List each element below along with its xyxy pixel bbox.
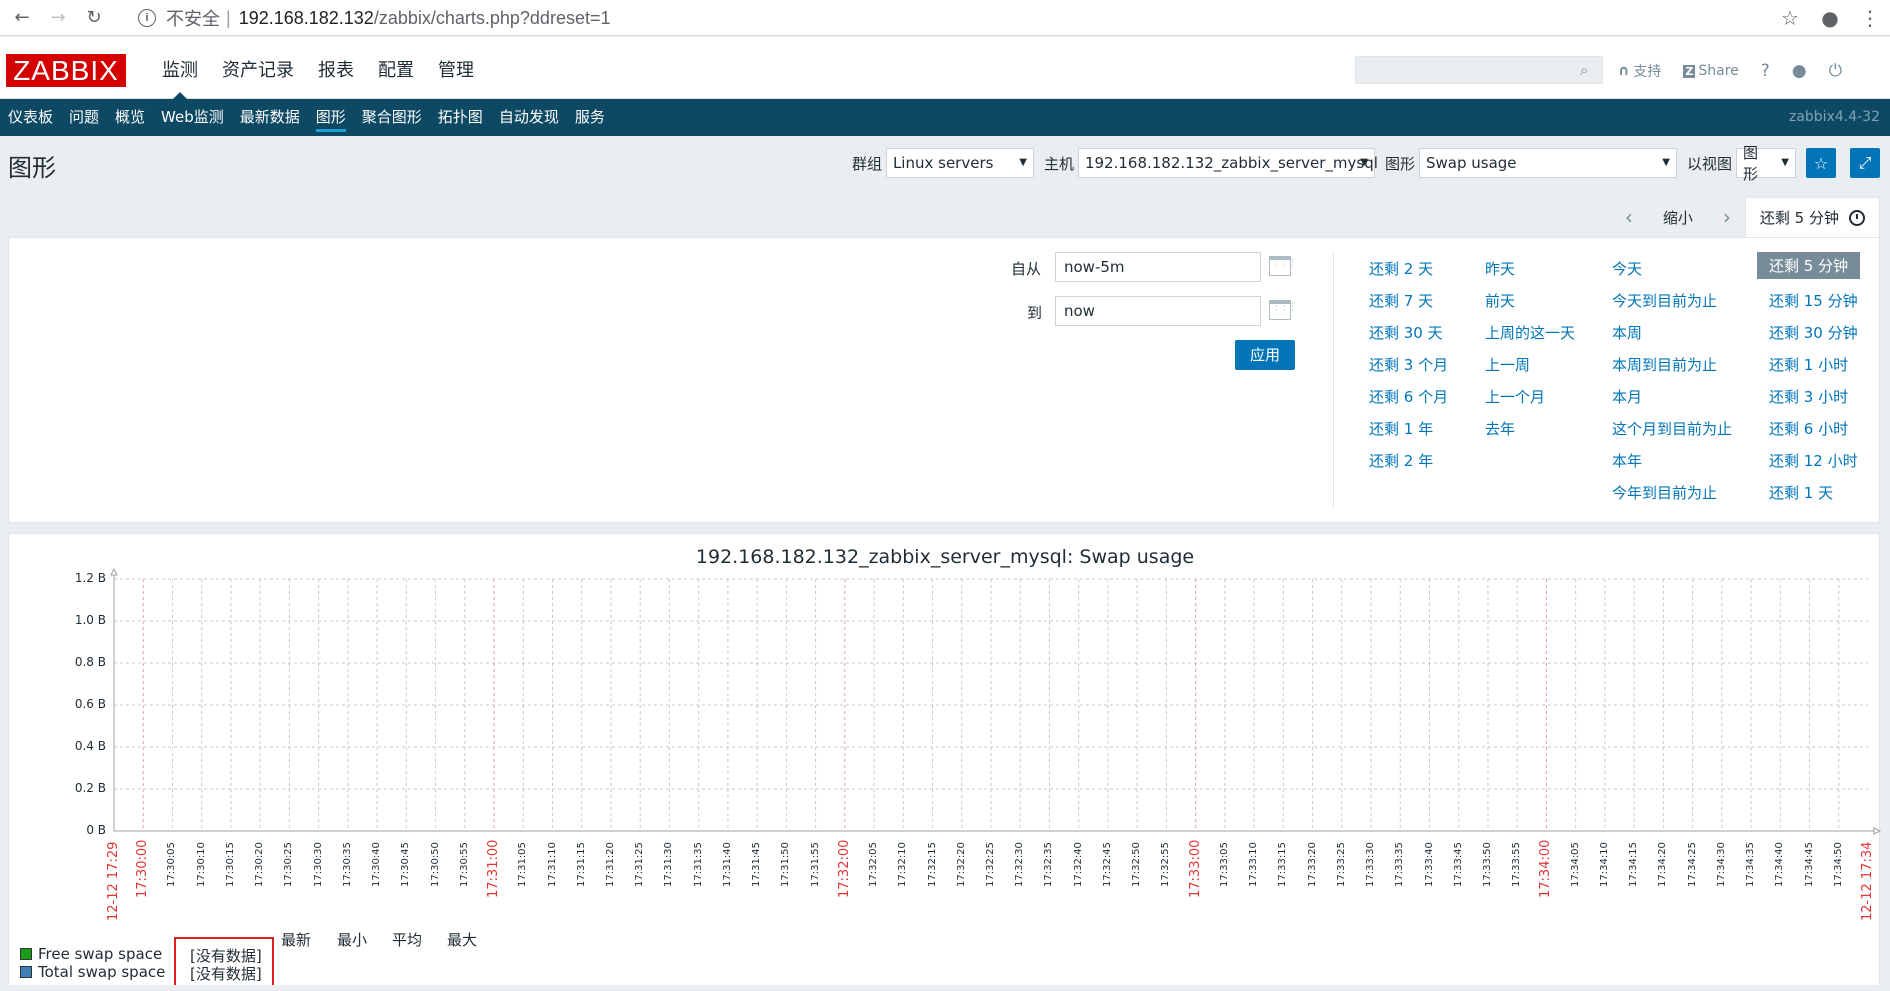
- x-tick-label: 17:32:25: [985, 841, 996, 887]
- y-tick-label: 1.0 B: [74, 613, 106, 627]
- legend-item-free-swap: Free swap space: [20, 945, 162, 963]
- x-tick-label: 17:34:50: [1832, 841, 1844, 887]
- y-tick-label: 1.2 B: [74, 571, 106, 585]
- x-tick-label: 17:31:20: [604, 841, 616, 887]
- legend-series-name: Total swap space: [38, 963, 166, 981]
- x-tick-label: 17:30:30: [312, 841, 324, 887]
- x-tick-label: 17:33:25: [1335, 841, 1347, 887]
- x-tick-label: 17:31:35: [692, 841, 704, 887]
- x-tick-label: 17:31:55: [809, 841, 821, 887]
- x-tick-label: 17:32:00: [836, 839, 852, 898]
- x-tick-label: 17:32:50: [1131, 841, 1143, 887]
- x-tick-label: 12-12 17:29: [106, 841, 121, 921]
- y-tick-label: 0.4 B: [74, 739, 106, 753]
- x-tick-label: 17:31:40: [721, 841, 733, 887]
- x-tick-label: 17:30:50: [429, 841, 441, 887]
- x-tick-label: 17:30:10: [195, 841, 207, 887]
- legend-header-avg: 平均: [392, 931, 423, 949]
- y-tick-label: 0.6 B: [74, 697, 106, 711]
- legend-swatch: [20, 966, 32, 978]
- x-tick-label: 17:30:20: [254, 841, 266, 887]
- legend-header-last: 最新: [281, 931, 312, 949]
- x-tick-label: 17:34:30: [1715, 841, 1727, 887]
- x-tick-label: 17:33:10: [1248, 841, 1260, 887]
- x-tick-label: 17:33:05: [1218, 841, 1230, 887]
- y-axis-arrow: [110, 567, 118, 576]
- x-tick-label: 12-12 17:34: [1860, 841, 1875, 921]
- x-tick-label: 17:30:35: [341, 841, 353, 887]
- legend-header-min: 最小: [337, 931, 368, 949]
- legend-item-total-swap: Total swap space: [20, 963, 165, 981]
- x-tick-label: 17:30:05: [166, 841, 178, 887]
- x-tick-label: 17:32:35: [1043, 841, 1055, 887]
- x-tick-label: 17:31:00: [486, 839, 502, 898]
- x-tick-label: 17:32:10: [897, 841, 909, 887]
- y-tick-label: 0.2 B: [74, 781, 106, 795]
- x-tick-label: 17:33:45: [1452, 841, 1464, 887]
- x-tick-label: 17:33:15: [1277, 841, 1289, 887]
- legend-series-name: Free swap space: [38, 945, 163, 963]
- x-tick-label: 17:30:55: [458, 841, 470, 887]
- y-tick-label: 0 B: [86, 823, 106, 837]
- x-tick-label: 17:32:30: [1014, 841, 1026, 887]
- x-tick-label: 17:34:15: [1628, 841, 1640, 887]
- x-tick-label: 17:31:15: [575, 841, 587, 887]
- x-tick-label: 17:32:15: [926, 841, 938, 887]
- x-tick-label: 17:30:00: [135, 839, 151, 898]
- x-tick-label: 17:32:20: [955, 841, 967, 887]
- legend-swatch: [20, 948, 32, 960]
- x-tick-label: 17:30:25: [283, 841, 295, 887]
- x-tick-label: 17:34:10: [1598, 841, 1610, 887]
- x-tick-label: 17:31:30: [663, 841, 675, 887]
- x-tick-label: 17:30:40: [371, 841, 383, 887]
- x-tick-label: 17:33:55: [1511, 841, 1523, 887]
- x-tick-label: 17:33:50: [1481, 841, 1493, 887]
- x-tick-label: 17:34:20: [1657, 841, 1669, 887]
- x-tick-label: 17:31:45: [751, 841, 763, 887]
- legend-no-data: [没有数据]: [190, 965, 262, 983]
- page-bottom: [0, 985, 1890, 991]
- x-tick-label: 17:34:35: [1745, 841, 1757, 887]
- x-tick-label: 17:31:05: [517, 841, 529, 887]
- x-tick-label: 17:31:10: [546, 841, 558, 887]
- x-tick-label: 17:32:45: [1101, 841, 1113, 887]
- x-tick-label: 17:32:40: [1072, 841, 1084, 887]
- x-tick-label: 17:34:25: [1686, 841, 1698, 887]
- y-tick-label: 0.8 B: [74, 655, 106, 669]
- x-tick-label: 17:31:50: [780, 841, 792, 887]
- x-tick-label: 17:33:30: [1365, 841, 1377, 887]
- x-tick-label: 17:30:45: [400, 841, 412, 887]
- x-tick-label: 17:34:40: [1774, 841, 1786, 887]
- x-tick-label: 17:34:05: [1569, 841, 1581, 887]
- x-tick-label: 17:33:00: [1187, 839, 1203, 898]
- x-axis-arrow: [1873, 827, 1882, 835]
- legend-header-max: 最大: [447, 931, 478, 949]
- x-tick-label: 17:32:05: [868, 841, 880, 887]
- x-tick-label: 17:34:00: [1538, 839, 1554, 898]
- x-tick-label: 17:33:35: [1394, 841, 1406, 887]
- x-tick-label: 17:34:45: [1803, 841, 1815, 887]
- x-tick-label: 17:33:40: [1423, 841, 1435, 887]
- x-tick-label: 17:30:15: [224, 841, 236, 887]
- x-tick-label: 17:31:25: [634, 841, 646, 887]
- x-tick-label: 17:32:55: [1160, 841, 1172, 887]
- x-tick-label: 17:33:20: [1306, 841, 1318, 887]
